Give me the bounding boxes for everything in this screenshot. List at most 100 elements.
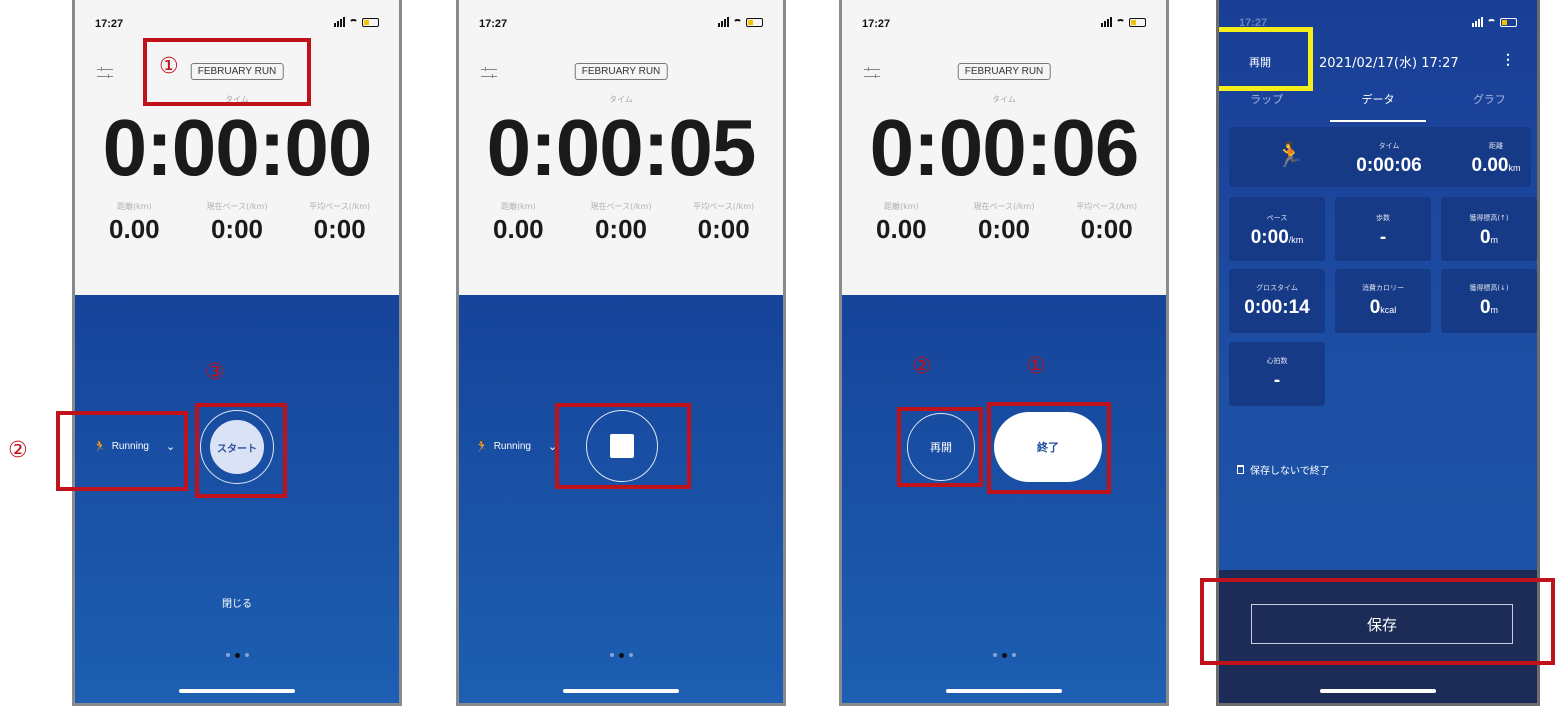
save-button[interactable]: 保存 <box>1251 604 1513 644</box>
status-icons <box>334 17 379 27</box>
stat-avg-pace: 平均ペース(/km) 0:00 <box>693 202 755 244</box>
wifi-icon <box>1116 19 1125 27</box>
wifi-icon <box>733 19 742 27</box>
signal-icon <box>718 17 729 27</box>
battery-icon <box>746 18 763 27</box>
activity-label: Running <box>493 441 531 452</box>
stat-current-pace: 現在ペース(/km) 0:00 <box>206 202 268 244</box>
summary-distance: 距離 0.00km <box>1471 142 1521 176</box>
tab-laps[interactable]: ラップ <box>1219 88 1314 122</box>
page-indicator <box>842 653 1166 658</box>
more-menu-icon[interactable]: ⋮ <box>1501 51 1515 68</box>
card-gross-time: グロスタイム 0:00:14 <box>1229 269 1325 333</box>
tab-graph[interactable]: グラフ <box>1442 88 1537 122</box>
wifi-icon <box>1487 19 1496 27</box>
card-steps: 歩数 - <box>1335 197 1431 261</box>
summary-main-card: 🏃 タイム 0:00:06 距離 0.00km <box>1229 127 1531 187</box>
summary-header: 再開 2021/02/17(水) 17:27 ⋮ <box>1219 50 1537 72</box>
stat-current-pace: 現在ペース(/km) 0:00 <box>973 202 1035 244</box>
status-icons <box>1101 17 1146 27</box>
run-name-badge[interactable]: FEBRUARY RUN <box>190 63 284 80</box>
marker-3: ③ <box>205 360 225 385</box>
stop-icon <box>610 434 634 458</box>
activity-selector[interactable]: 🏃 Running ⌄ <box>93 440 175 453</box>
marker-2: ② <box>912 354 932 379</box>
battery-icon <box>362 18 379 27</box>
activity-selector: 🏃 Running ⌄ <box>475 440 557 453</box>
timer-panel: 17:27 FEBRUARY RUN タイム 0:00:05 距離(km) 0.0… <box>459 0 783 295</box>
settings-sliders-icon[interactable] <box>481 66 497 80</box>
settings-sliders-icon[interactable] <box>864 66 880 80</box>
stats-row: 距離(km) 0.00 現在ペース(/km) 0:00 平均ペース(/km) 0:00 <box>850 201 1158 245</box>
discard-label: 保存しないで終了 <box>1250 466 1330 477</box>
status-icons <box>718 17 763 27</box>
elapsed-time: 0:00:05 <box>486 103 757 192</box>
home-indicator <box>946 689 1062 693</box>
timer-panel: 17:27 FEBRUARY RUN タイム 0:00:06 距離(km) 0.0… <box>842 0 1166 295</box>
stats-row: 距離(km) 0.00 現在ペース(/km) 0:00 平均ペース(/km) 0:00 <box>467 201 775 245</box>
wifi-icon <box>349 19 358 27</box>
phone-screen-running: 17:27 FEBRUARY RUN タイム 0:00:05 距離(km) 0.0… <box>456 0 786 706</box>
summary-time: タイム 0:00:06 <box>1356 142 1422 176</box>
chevron-down-icon: ⌄ <box>547 441 558 453</box>
home-indicator <box>179 689 295 693</box>
stat-distance: 距離(km) 0.00 <box>109 202 160 244</box>
marker-1: ① <box>1026 354 1046 379</box>
signal-icon <box>1101 17 1112 27</box>
stats-row: 距離(km) 0.00 現在ペース(/km) 0:00 平均ペース(/km) 0:00 <box>83 201 391 245</box>
stat-avg-pace: 平均ペース(/km) 0:00 <box>309 202 371 244</box>
elapsed-time: 0:00:00 <box>102 103 373 192</box>
phone-screen-ready: 17:27 FEBRUARY RUN タイム 0:00:00 距離(km) 0.0… <box>72 0 402 706</box>
phone-screen-paused: 17:27 FEBRUARY RUN タイム 0:00:06 距離(km) 0.0… <box>839 0 1169 706</box>
card-pace: ペース 0:00/km <box>1229 197 1325 261</box>
chevron-down-icon: ⌄ <box>165 441 176 453</box>
card-elevation-gain: 獲得標高(↑) 0m <box>1441 197 1537 261</box>
tutorial-canvas: ② 17:27 FEBRUARY RUN タイム 0:00:00 距離(km) 0… <box>0 0 1555 706</box>
control-panel: 🏃 Running ⌄ スタート 閉じる <box>75 295 399 703</box>
trash-icon <box>1237 465 1244 474</box>
run-name-badge[interactable]: FEBRUARY RUN <box>957 63 1051 80</box>
run-name-badge[interactable]: FEBRUARY RUN <box>574 63 668 80</box>
stat-distance: 距離(km) 0.00 <box>493 202 544 244</box>
page-indicator <box>75 653 399 658</box>
discard-and-exit[interactable]: 保存しないで終了 <box>1237 462 1330 477</box>
settings-sliders-icon[interactable] <box>97 66 113 80</box>
summary-tabs: ラップ データ グラフ <box>1219 88 1537 122</box>
tab-data[interactable]: データ <box>1330 88 1426 122</box>
home-indicator <box>563 689 679 693</box>
marker-1: ① <box>159 54 179 79</box>
summary-footer: 保存 <box>1219 570 1537 703</box>
stat-avg-pace: 平均ペース(/km) 0:00 <box>1076 202 1138 244</box>
start-button[interactable]: スタート <box>210 420 264 474</box>
runner-icon: 🏃 <box>93 441 107 453</box>
run-datetime: 2021/02/17(水) 17:27 <box>1319 56 1459 71</box>
card-calories: 消費カロリー 0kcal <box>1335 269 1431 333</box>
control-panel: 再開 終了 <box>842 295 1166 703</box>
elapsed-time: 0:00:06 <box>869 103 1140 192</box>
status-time: 17:27 <box>95 18 124 30</box>
activity-label: Running <box>111 441 149 452</box>
card-heart-rate: 心拍数 - <box>1229 342 1325 406</box>
close-button[interactable]: 閉じる <box>75 595 399 610</box>
timer-panel: 17:27 FEBRUARY RUN タイム 0:00:00 距離(km) 0.0… <box>75 0 399 295</box>
status-time: 17:27 <box>862 18 891 30</box>
status-icons <box>1472 17 1517 27</box>
home-indicator <box>1320 689 1436 693</box>
runner-icon: 🏃 <box>1275 141 1305 169</box>
marker-2-left: ② <box>8 438 28 463</box>
resume-link[interactable]: 再開 <box>1249 54 1271 70</box>
battery-icon <box>1500 18 1517 27</box>
status-time: 17:27 <box>1239 17 1268 29</box>
signal-icon <box>334 17 345 27</box>
stat-current-pace: 現在ペース(/km) 0:00 <box>590 202 652 244</box>
resume-button[interactable]: 再開 <box>907 413 975 481</box>
phone-screen-summary: 17:27 再開 2021/02/17(水) 17:27 ⋮ ラップ データ グ… <box>1216 0 1540 706</box>
signal-icon <box>1472 17 1483 27</box>
status-time: 17:27 <box>479 18 508 30</box>
stat-distance: 距離(km) 0.00 <box>876 202 927 244</box>
page-indicator <box>459 653 783 658</box>
battery-icon <box>1129 18 1146 27</box>
runner-icon: 🏃 <box>475 441 489 453</box>
end-button[interactable]: 終了 <box>994 412 1102 482</box>
card-elevation-loss: 獲得標高(↓) 0m <box>1441 269 1537 333</box>
